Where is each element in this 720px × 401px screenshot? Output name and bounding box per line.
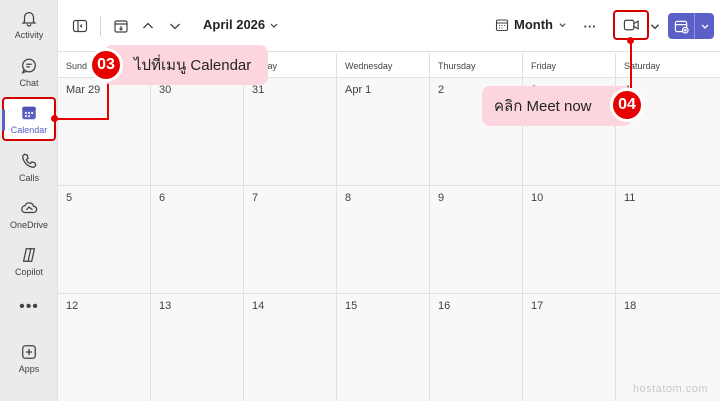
calendar-icon [22,106,36,119]
day-cell[interactable]: 10 [523,186,616,293]
rail-label: Calls [18,172,39,183]
day-cell[interactable]: 31 [244,78,337,185]
chevron-down-icon [701,24,708,29]
chevron-down-icon [270,23,278,28]
chevron-down-icon [650,24,660,30]
more-apps-icon[interactable]: ••• [0,298,58,316]
callout-03-connector [57,118,109,120]
day-cell[interactable]: 14 [244,294,337,401]
rail-item-copilot[interactable]: Copilot [2,239,56,283]
cloud-icon [21,201,38,213]
chevron-down-icon [170,23,180,30]
new-event-main[interactable] [668,13,695,39]
callout-03-connector [107,80,109,120]
rail-label: Activity [14,29,44,40]
meet-now-button[interactable] [613,10,649,40]
day-cell[interactable]: 6 [151,186,244,293]
callout-03-text: ไปที่เมนู Calendar [134,57,252,74]
day-cell[interactable]: Mar 29 [58,78,151,185]
week-row: 5 6 7 8 9 10 11 [58,186,720,294]
day-cell[interactable]: Apr 1 [337,78,430,185]
month-title: April 2026 [203,17,266,32]
new-event-button[interactable] [668,13,714,39]
callout-03-badge: 03 [89,48,123,82]
callout-04-badge: 04 [610,88,644,122]
rail-item-onedrive[interactable]: OneDrive [2,192,56,236]
rail-item-apps[interactable]: Apps [2,336,56,380]
day-cell[interactable]: 30 [151,78,244,185]
day-cell[interactable]: 7 [244,186,337,293]
calendar-today-icon [114,20,128,33]
day-cell[interactable]: 13 [151,294,244,401]
calendar-add-icon [674,20,689,34]
day-header: Thursday [430,53,523,77]
rail-item-chat[interactable]: Chat [2,50,56,94]
chevron-up-icon [143,22,153,29]
bell-icon [21,11,37,27]
calendar-view-icon [495,18,509,31]
rail-item-activity[interactable]: Activity [2,2,56,46]
day-cell[interactable]: 5 [58,186,151,293]
app-rail: Activity Chat Calendar Calls OneDrive Co… [0,0,58,401]
next-button[interactable] [164,14,186,38]
video-camera-icon [623,19,639,31]
today-button[interactable] [110,14,132,38]
day-cell[interactable]: 15 [337,294,430,401]
sidebar-toggle-icon [72,19,88,33]
callout-03-anchor [51,115,58,122]
day-header: Friday [523,53,616,77]
rail-item-calls[interactable]: Calls [2,145,56,189]
plus-square-icon [22,344,36,359]
meet-now-dropdown[interactable] [649,14,661,38]
toggle-sidebar-button[interactable] [69,14,91,38]
rail-label: OneDrive [9,219,48,230]
rail-label: Chat [19,77,39,88]
callout-03: ไปที่เมนู Calendar [104,45,268,85]
view-label: Month [514,17,553,32]
day-cell[interactable]: 16 [430,294,523,401]
day-cell[interactable]: 12 [58,294,151,401]
day-cell[interactable]: 11 [616,186,720,293]
copilot-icon [22,247,36,262]
chat-icon [21,58,36,74]
day-cell[interactable]: 9 [430,186,523,293]
phone-icon [22,153,37,168]
more-options-button[interactable]: ··· [578,14,602,38]
month-grid: Mar 29 30 31 Apr 1 2 3 4 5 6 7 8 9 10 11… [58,78,720,401]
callout-04-anchor [627,37,634,44]
rail-label: Apps [18,363,40,374]
callout-04-text: คลิก Meet now [494,98,592,115]
day-cell[interactable]: 8 [337,186,430,293]
new-event-dropdown[interactable] [695,21,714,31]
day-header: Wednesday [337,53,430,77]
chevron-down-icon [559,23,566,28]
day-cell[interactable]: 17 [523,294,616,401]
rail-label: Calendar [10,124,48,135]
previous-button[interactable] [137,14,159,38]
callout-04-connector [630,42,632,88]
month-picker[interactable]: April 2026 [203,17,279,32]
view-switcher[interactable]: Month [495,17,567,32]
watermark: hostatom.com [632,383,708,395]
rail-item-calendar[interactable]: Calendar [2,97,56,141]
rail-label: Copilot [14,266,43,277]
toolbar-divider [100,16,101,36]
week-row: 12 13 14 15 16 17 18 [58,294,720,401]
